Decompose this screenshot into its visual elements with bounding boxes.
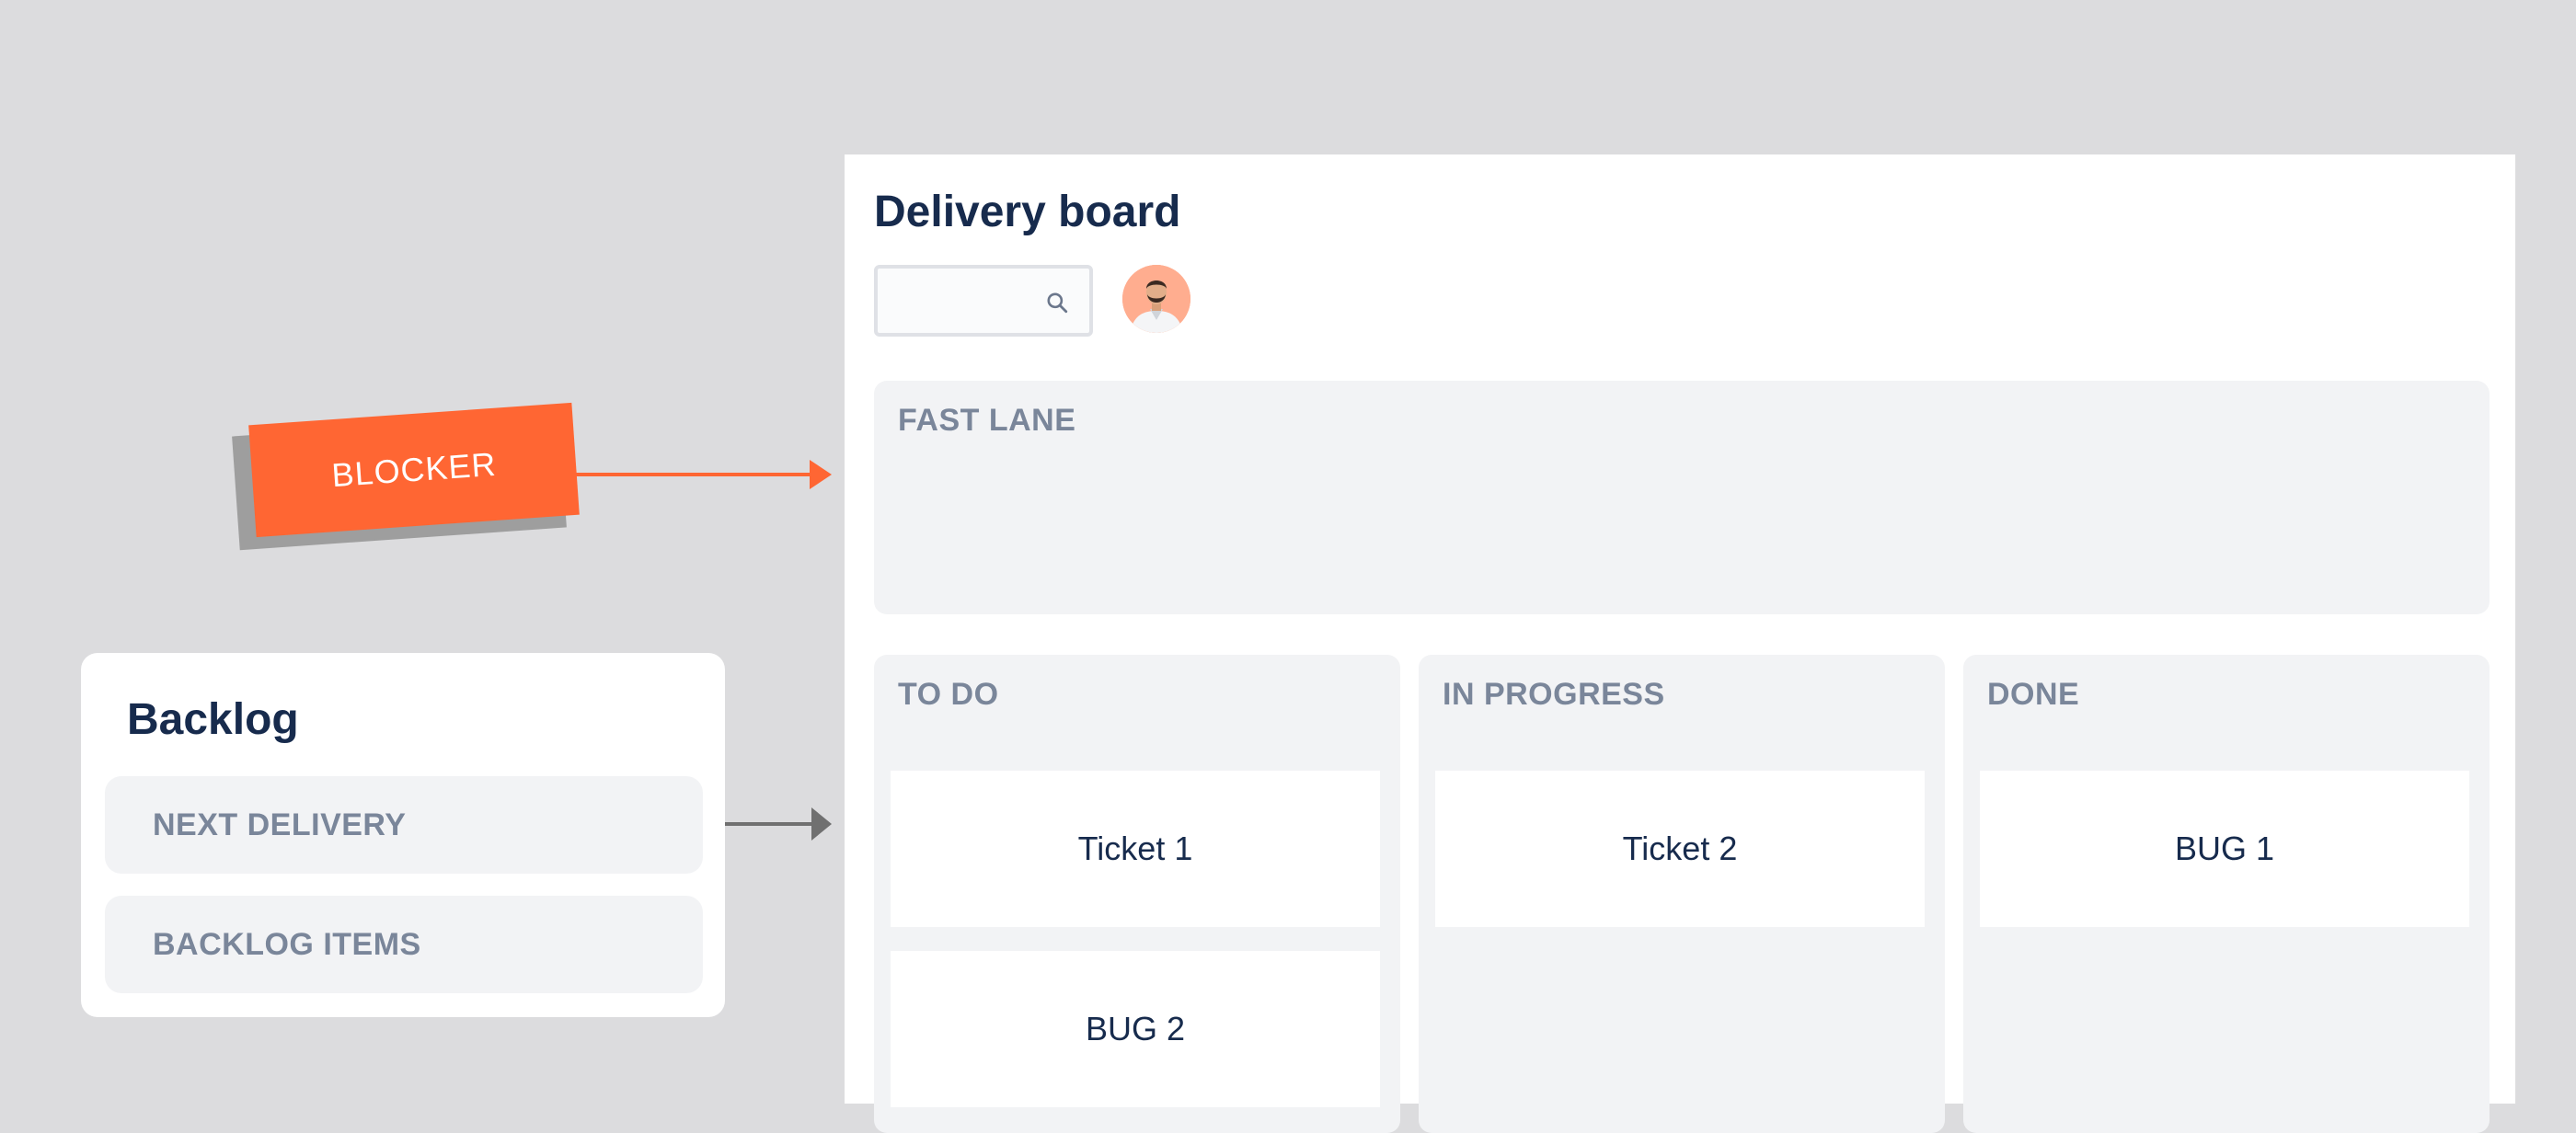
card-ticket-1[interactable]: Ticket 1	[891, 771, 1380, 927]
card-bug-2[interactable]: BUG 2	[891, 951, 1380, 1107]
card-bug-1[interactable]: BUG 1	[1980, 771, 2469, 927]
column-done: DONE BUG 1	[1963, 655, 2490, 1133]
backlog-title: Backlog	[127, 695, 299, 744]
blocker-sticker[interactable]: BLOCKER	[248, 402, 580, 538]
column-in-progress: IN PROGRESS Ticket 2	[1419, 655, 1945, 1133]
fast-lane: FAST LANE	[874, 381, 2490, 614]
backlog-item-backlog-items[interactable]: BACKLOG ITEMS	[105, 896, 703, 993]
blocker-arrow-icon	[576, 460, 832, 489]
backlog-item-next-delivery[interactable]: NEXT DELIVERY	[105, 776, 703, 874]
fast-lane-title: FAST LANE	[898, 403, 1076, 438]
avatar[interactable]	[1122, 265, 1190, 333]
search-icon	[1047, 292, 1068, 314]
backlog-arrow-icon	[725, 807, 832, 841]
card-ticket-2[interactable]: Ticket 2	[1435, 771, 1925, 927]
avatar-person-icon	[1122, 265, 1190, 333]
column-title-done: DONE	[1987, 677, 2080, 712]
search-input[interactable]	[874, 265, 1093, 337]
delivery-board: Delivery board FAST LANE TO DO Ticket 1 …	[845, 154, 2515, 1133]
column-todo: TO DO Ticket 1 BUG 2	[874, 655, 1400, 1133]
board-title: Delivery board	[874, 188, 1181, 236]
column-title-in-progress: IN PROGRESS	[1443, 677, 1665, 712]
column-title-todo: TO DO	[898, 677, 999, 712]
backlog-panel: Backlog NEXT DELIVERY BACKLOG ITEMS	[81, 653, 725, 1017]
blocker-label: BLOCKER	[330, 444, 498, 495]
